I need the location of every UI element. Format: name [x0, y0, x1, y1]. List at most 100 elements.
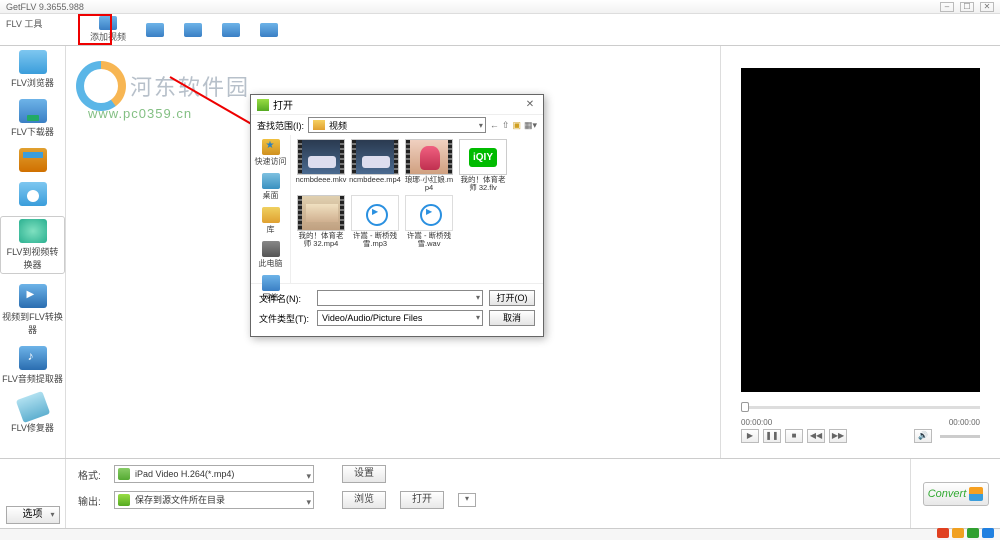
watermark-logo-icon: [76, 61, 126, 111]
dialog-title: 打开: [273, 97, 293, 112]
audio-thumb-icon: [351, 195, 399, 231]
toolbar-button-2[interactable]: [136, 14, 174, 45]
volume-slider[interactable]: [940, 435, 980, 438]
lookin-label: 查找范围(I):: [257, 119, 304, 132]
tray-icon-2[interactable]: [952, 528, 964, 538]
toolbar-icon-3: [184, 23, 202, 37]
sidebar-item-downloader[interactable]: FLV下载器: [11, 99, 54, 138]
dialog-cancel-button[interactable]: 取消: [489, 310, 535, 326]
format-label: 格式:: [78, 467, 106, 482]
toolbar-section-label: FLV 工具: [6, 17, 42, 30]
file-item[interactable]: 许嵩 - 断桥残雪.wav: [403, 195, 455, 249]
dialog-open-button[interactable]: 打开(O): [489, 290, 535, 306]
file-item[interactable]: ncmbdeee.mkv: [295, 139, 347, 193]
sidebar-item-video-to-flv[interactable]: 视频到FLV转换器: [0, 284, 65, 336]
nav-newfolder-icon[interactable]: ▣: [512, 120, 521, 131]
tray-icon-3[interactable]: [967, 528, 979, 538]
video-to-flv-icon: [19, 284, 47, 308]
flv-to-video-icon: [19, 219, 47, 243]
watermark-url: www.pc0359.cn: [88, 106, 192, 121]
audio-thumb-icon: [405, 195, 453, 231]
sidebar-item-repair[interactable]: FLV修复器: [11, 395, 54, 434]
filetype-label: 文件类型(T):: [259, 312, 311, 325]
watermark-logo-area: 河东软件园: [76, 61, 250, 111]
sidebar-item-3[interactable]: [19, 148, 47, 172]
sidebar-icon-3: [19, 148, 47, 172]
tray-icons: [937, 528, 994, 538]
file-item[interactable]: 许嵩 - 断桥残雪.mp3: [349, 195, 401, 249]
video-preview[interactable]: [741, 68, 980, 392]
dialog-title-icon: [257, 99, 269, 111]
nav-back-icon[interactable]: ←: [490, 120, 499, 131]
audio-extract-icon: [19, 346, 47, 370]
nav-up-icon[interactable]: ⇧: [502, 120, 510, 131]
desktop-icon: [262, 173, 280, 189]
toolbar-button-3[interactable]: [174, 14, 212, 45]
settings-button[interactable]: 设置: [342, 465, 386, 483]
stop-button[interactable]: ■: [785, 429, 803, 443]
place-quickaccess[interactable]: 快速访问: [255, 139, 287, 167]
video-thumb-icon: [297, 139, 345, 175]
pause-button[interactable]: ❚❚: [763, 429, 781, 443]
seek-slider[interactable]: [741, 400, 980, 414]
file-item[interactable]: 我的！体育老师 32.flv: [457, 139, 509, 193]
sidebar-item-flv-to-video[interactable]: FLV到视频转换器: [0, 216, 65, 274]
options-button[interactable]: 选项: [6, 506, 60, 524]
add-video-button[interactable]: 添加视频: [80, 14, 136, 45]
format-select[interactable]: iPad Video H.264(*.mp4)▾: [114, 465, 314, 483]
tray-icon-1[interactable]: [937, 528, 949, 538]
next-button[interactable]: ▶▶: [829, 429, 847, 443]
main-toolbar: 添加视频: [0, 14, 1000, 46]
output-dropdown-icon[interactable]: ▾: [458, 493, 476, 507]
output-select[interactable]: 保存到源文件所在目录▾: [114, 491, 314, 509]
sidebar-item-browser[interactable]: FLV浏览器: [11, 50, 54, 89]
video-thumb-icon: [297, 195, 345, 231]
toolbar-icon-2: [146, 23, 164, 37]
nav-view-icon[interactable]: ▦▾: [524, 120, 537, 131]
filename-label: 文件名(N):: [259, 292, 311, 305]
toolbar-button-4[interactable]: [212, 14, 250, 45]
file-item[interactable]: ncmbdeee.mp4: [349, 139, 401, 193]
iqiyi-icon: [459, 139, 507, 175]
prev-button[interactable]: ◀◀: [807, 429, 825, 443]
play-button[interactable]: ▶: [741, 429, 759, 443]
file-item[interactable]: 我的！体育老师 32.mp4: [295, 195, 347, 249]
tray-icon-4[interactable]: [982, 528, 994, 538]
sidebar-item-4[interactable]: [19, 182, 47, 206]
file-list[interactable]: ncmbdeee.mkv ncmbdeee.mp4 琅琊·小红娘.mp4 我的！…: [291, 135, 543, 283]
filename-input[interactable]: ▾: [317, 290, 483, 306]
network-icon: [262, 275, 280, 291]
open-button[interactable]: 打开: [400, 491, 444, 509]
sidebar-icon-4: [19, 182, 47, 206]
add-video-icon: [99, 16, 117, 30]
place-libraries[interactable]: 库: [262, 207, 280, 235]
lookin-select[interactable]: 视频▾: [308, 117, 486, 133]
window-titlebar: GetFLV 9.3655.988 – ☐ ✕: [0, 0, 1000, 14]
app-title: GetFLV 9.3655.988: [6, 2, 84, 12]
video-thumb-icon: [405, 139, 453, 175]
convert-button[interactable]: Convert: [923, 482, 989, 506]
libraries-icon: [262, 207, 280, 223]
status-bar: [0, 528, 1000, 540]
video-thumb-icon: [351, 139, 399, 175]
maximize-icon[interactable]: ☐: [960, 2, 974, 12]
downloader-icon: [19, 99, 47, 123]
toolbar-button-5[interactable]: [250, 14, 288, 45]
sidebar-item-audio-extract[interactable]: FLV音频提取器: [2, 346, 63, 385]
file-item[interactable]: 琅琊·小红娘.mp4: [403, 139, 455, 193]
browse-button[interactable]: 浏览: [342, 491, 386, 509]
preview-pane: 00:00:00 00:00:00 ▶ ❚❚ ■ ◀◀ ▶▶ 🔊: [720, 46, 1000, 458]
toolbar-icon-5: [260, 23, 278, 37]
place-desktop[interactable]: 桌面: [262, 173, 280, 201]
thispc-icon: [262, 241, 280, 257]
minimize-icon[interactable]: –: [940, 2, 954, 12]
place-thispc[interactable]: 此电脑: [259, 241, 283, 269]
close-icon[interactable]: ✕: [980, 2, 994, 12]
watermark-text: 河东软件园: [130, 70, 250, 102]
volume-icon[interactable]: 🔊: [914, 429, 932, 443]
playback-controls: ▶ ❚❚ ■ ◀◀ ▶▶ 🔊: [741, 429, 980, 443]
filetype-select[interactable]: Video/Audio/Picture Files▾: [317, 310, 483, 326]
quickaccess-icon: [262, 139, 280, 155]
dialog-close-icon[interactable]: ✕: [523, 99, 537, 110]
bottom-panel: 选项 格式: iPad Video H.264(*.mp4)▾ 设置 输出: 保…: [0, 458, 1000, 528]
